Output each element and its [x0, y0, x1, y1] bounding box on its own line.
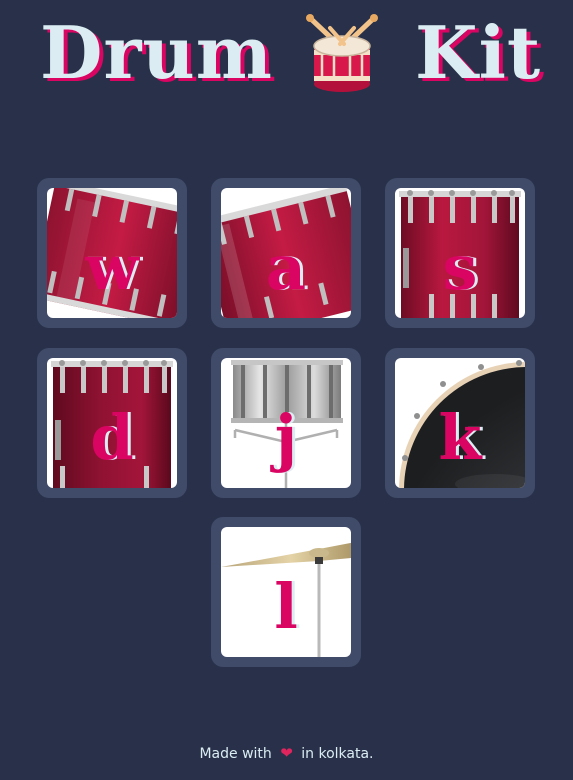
drum-key-face: k [395, 358, 525, 488]
drum-key-face: w [47, 188, 177, 318]
drum-key-face: d [47, 358, 177, 488]
drum-key-s[interactable]: s [385, 178, 535, 328]
drum-key-w[interactable]: w [37, 178, 187, 328]
footer-suffix: in kolkata. [301, 746, 374, 762]
drum-kit-page: Drum Kit w a s d j k l Made with ❤ in ko… [0, 0, 573, 780]
drum-key-a[interactable]: a [211, 178, 361, 328]
footer-prefix: Made with [199, 746, 272, 762]
drum-key-letter: l [274, 570, 298, 643]
drum-key-j[interactable]: j [211, 348, 361, 498]
drum-key-letter: a [265, 231, 307, 304]
drum-key-face: l [221, 527, 351, 657]
title-word-drum: Drum [40, 10, 273, 95]
title-word-kit: Kit [415, 10, 542, 95]
heart-icon: ❤ [280, 744, 293, 762]
drum-key-letter: d [90, 401, 134, 474]
page-title: Drum Kit [0, 8, 573, 98]
drum-icon [306, 14, 378, 92]
drum-key-letter: w [85, 231, 139, 304]
drum-key-d[interactable]: d [37, 348, 187, 498]
drum-key-face: a [221, 188, 351, 318]
drum-key-k[interactable]: k [385, 348, 535, 498]
footer: Made with ❤ in kolkata. [0, 744, 573, 762]
drum-key-letter: s [442, 231, 478, 304]
drum-key-l[interactable]: l [211, 517, 361, 667]
drum-key-letter: k [438, 401, 482, 474]
drum-key-face: s [395, 188, 525, 318]
drum-key-face: j [221, 358, 351, 488]
drum-key-letter: j [274, 401, 298, 474]
